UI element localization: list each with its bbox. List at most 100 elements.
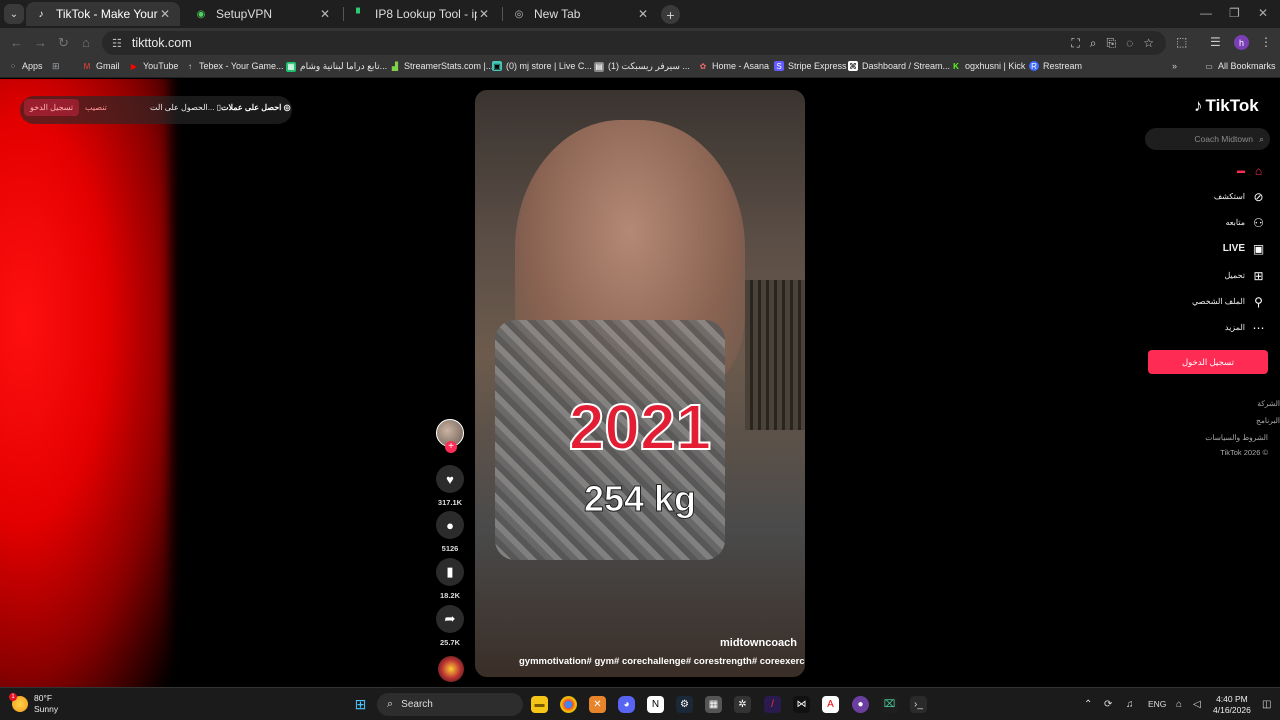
- discord-icon[interactable]: ◕: [618, 696, 635, 713]
- nav-home[interactable]: ▬ ⌂: [1237, 163, 1266, 178]
- start-icon[interactable]: ⊞: [352, 696, 369, 713]
- nav-profile[interactable]: الملف الشخصي ⚲: [1192, 294, 1266, 309]
- tab-setupvpn[interactable]: ◉ SetupVPN ✕: [186, 2, 340, 26]
- capcut-icon[interactable]: ⋈: [793, 696, 810, 713]
- close-icon[interactable]: ✕: [158, 7, 172, 21]
- address-bar[interactable]: ☷ tikttok.com ⛶ ⌕ ⎘ ◌ ☆: [102, 31, 1166, 55]
- tab-new-tab[interactable]: ◎ New Tab ✕: [504, 2, 658, 26]
- new-tab-button[interactable]: +: [661, 5, 680, 24]
- app-settings-icon[interactable]: ✲: [734, 696, 751, 713]
- search-icon[interactable]: ⌕: [1259, 134, 1264, 145]
- footer-program-link[interactable]: البرنامج: [1256, 416, 1280, 425]
- share-button[interactable]: ➦: [436, 605, 464, 633]
- nav-live[interactable]: LIVE ▣: [1223, 241, 1266, 256]
- editor-icon[interactable]: /: [764, 696, 781, 713]
- close-icon[interactable]: ✕: [477, 7, 491, 21]
- tiktok-logo[interactable]: ♪ TikTok: [1194, 96, 1259, 116]
- bookmark-youtube[interactable]: ▶ YouTube: [129, 61, 178, 71]
- nav-upload[interactable]: تحميل ⊞: [1225, 268, 1267, 283]
- nav-explore[interactable]: استكشف ⊘: [1214, 189, 1266, 204]
- weather-widget[interactable]: 1 80°F Sunny: [9, 693, 58, 715]
- app-purple-icon[interactable]: ●: [852, 696, 869, 713]
- volume-icon[interactable]: ◁: [1193, 699, 1201, 710]
- file-explorer-icon[interactable]: ▬: [531, 696, 548, 713]
- bookmark-label: All Bookmarks: [1218, 61, 1276, 71]
- taskbar-clock[interactable]: 4:40 PM 4/16/2026: [1213, 694, 1251, 716]
- footer-company-link[interactable]: الشركة: [1257, 399, 1280, 408]
- bookmark-star-icon[interactable]: ☆: [1143, 36, 1154, 51]
- site-info-icon[interactable]: ☷: [112, 37, 122, 50]
- microphone-icon[interactable]: ♫: [1126, 699, 1134, 710]
- more-bookmarks-icon[interactable]: »: [1172, 61, 1177, 71]
- music-disc-icon[interactable]: [438, 656, 464, 682]
- terminal-icon[interactable]: ›_: [910, 696, 927, 713]
- temperature: 80°F: [34, 693, 53, 703]
- video-username[interactable]: midtowncoach: [720, 637, 797, 649]
- top-login-button[interactable]: تسجيل الدخو: [24, 99, 80, 116]
- tab-search-menu-button[interactable]: ⌄: [4, 4, 24, 24]
- browser-menu-icon[interactable]: ⋮: [1260, 35, 1272, 49]
- close-icon[interactable]: ✕: [636, 7, 650, 21]
- network-icon[interactable]: ⌂: [1176, 699, 1182, 710]
- calculator-icon[interactable]: ▦: [705, 696, 722, 713]
- get-app-button[interactable]: الحصول على الت... ▯: [150, 103, 221, 112]
- forward-icon[interactable]: →: [34, 35, 47, 50]
- bookmark-apps[interactable]: ⁘ Apps: [8, 61, 43, 71]
- bookmark-kick[interactable]: Kogxhusni | Kick: [951, 61, 1025, 71]
- translate-icon[interactable]: ⛶: [1071, 36, 1079, 51]
- bookmark-streamerstats[interactable]: ▟ StreamerStats.com |...: [390, 61, 493, 71]
- follow-plus-icon[interactable]: +: [445, 441, 457, 453]
- get-coins-button[interactable]: احصل على عملات ◎: [221, 103, 291, 112]
- nav-more[interactable]: المزيد ⋯: [1225, 320, 1266, 335]
- video-hashtags[interactable]: gymmotivation# gym# corechallenge# cores…: [519, 656, 805, 667]
- windows-taskbar: 1 80°F Sunny ⊞ ⌕ Search ▬ ✕ ◕ N ⚙ ▦ ✲ / …: [0, 687, 1280, 720]
- restore-icon[interactable]: ❐: [1229, 6, 1240, 20]
- chrome-icon[interactable]: [560, 696, 577, 713]
- tray-overflow-icon[interactable]: ⌃: [1084, 699, 1092, 710]
- video-player[interactable]: 2021 254 kg midtowncoach gymmotivation# …: [475, 90, 805, 677]
- install-app-icon[interactable]: ⎘: [1106, 36, 1116, 51]
- bookmark-dashboard[interactable]: ⌘ Dashboard / Stream...: [848, 61, 950, 71]
- sidebar-login-button[interactable]: تسجيل الدخول: [1148, 350, 1268, 374]
- save-button[interactable]: ▮: [436, 558, 464, 586]
- zoom-icon[interactable]: ⌕: [1090, 36, 1097, 51]
- notion-icon[interactable]: N: [647, 696, 664, 713]
- close-window-icon[interactable]: ✕: [1258, 6, 1268, 20]
- minimize-icon[interactable]: —: [1200, 6, 1212, 20]
- bookmark-stripe[interactable]: S Stripe Express: [774, 61, 847, 71]
- reading-list-icon[interactable]: ☰: [1210, 35, 1221, 49]
- bookmark-all-bookmarks[interactable]: ▭ All Bookmarks: [1204, 61, 1276, 71]
- bookmark-mjstore[interactable]: ▣ (0) mj store | Live C...: [492, 61, 592, 71]
- search-input[interactable]: Coach Midtown ⌕: [1145, 128, 1270, 150]
- reload-icon[interactable]: ↻: [58, 35, 69, 51]
- bookmark-tebex[interactable]: ↑ Tebex - Your Game...: [185, 61, 284, 71]
- comment-button[interactable]: ●: [436, 511, 464, 539]
- like-button[interactable]: ♥: [436, 465, 464, 493]
- bookmark-server[interactable]: ▤ (1) سيرفر ريسبكت ...: [594, 61, 690, 72]
- taskbar-search[interactable]: ⌕ Search: [377, 693, 523, 716]
- sync-icon[interactable]: ⟳: [1104, 699, 1112, 710]
- bookmark-gmail[interactable]: M Gmail: [82, 61, 120, 71]
- home-button-icon[interactable]: ⌂: [82, 35, 90, 50]
- tab-ip8[interactable]: ▘ IP8 Lookup Tool - ip8 ✕: [345, 2, 499, 26]
- steam-icon[interactable]: ⚙: [676, 696, 693, 713]
- tab-groups-icon[interactable]: ⊞: [52, 61, 60, 72]
- footer-terms-link[interactable]: الشروط والسياسات: [1205, 433, 1268, 442]
- bookmark-drama[interactable]: ▦ تابع دراما لبنانية وشام...: [286, 61, 387, 72]
- install-button[interactable]: تنصيب: [85, 103, 107, 112]
- terminal-green-icon[interactable]: ⌧: [881, 696, 898, 713]
- back-icon[interactable]: ←: [10, 35, 23, 50]
- close-icon[interactable]: ✕: [318, 7, 332, 21]
- language-indicator[interactable]: ENG: [1148, 699, 1166, 709]
- extensions-icon[interactable]: ⬚: [1176, 35, 1187, 49]
- tab-tiktok[interactable]: ♪ TikTok - Make Your Day ✕: [26, 2, 180, 26]
- adobe-icon[interactable]: A: [822, 696, 839, 713]
- tracking-protection-icon[interactable]: ◌: [1126, 36, 1133, 51]
- bookmark-asana[interactable]: ✿ Home - Asana: [698, 61, 769, 71]
- xampp-icon[interactable]: ✕: [589, 696, 606, 713]
- profile-avatar[interactable]: h: [1234, 35, 1249, 50]
- nav-following[interactable]: متابعه ⚇: [1225, 215, 1266, 230]
- bookmark-restream[interactable]: R Restream: [1029, 61, 1082, 71]
- asana-icon: ✿: [699, 61, 707, 71]
- notifications-icon[interactable]: ◫: [1262, 699, 1271, 710]
